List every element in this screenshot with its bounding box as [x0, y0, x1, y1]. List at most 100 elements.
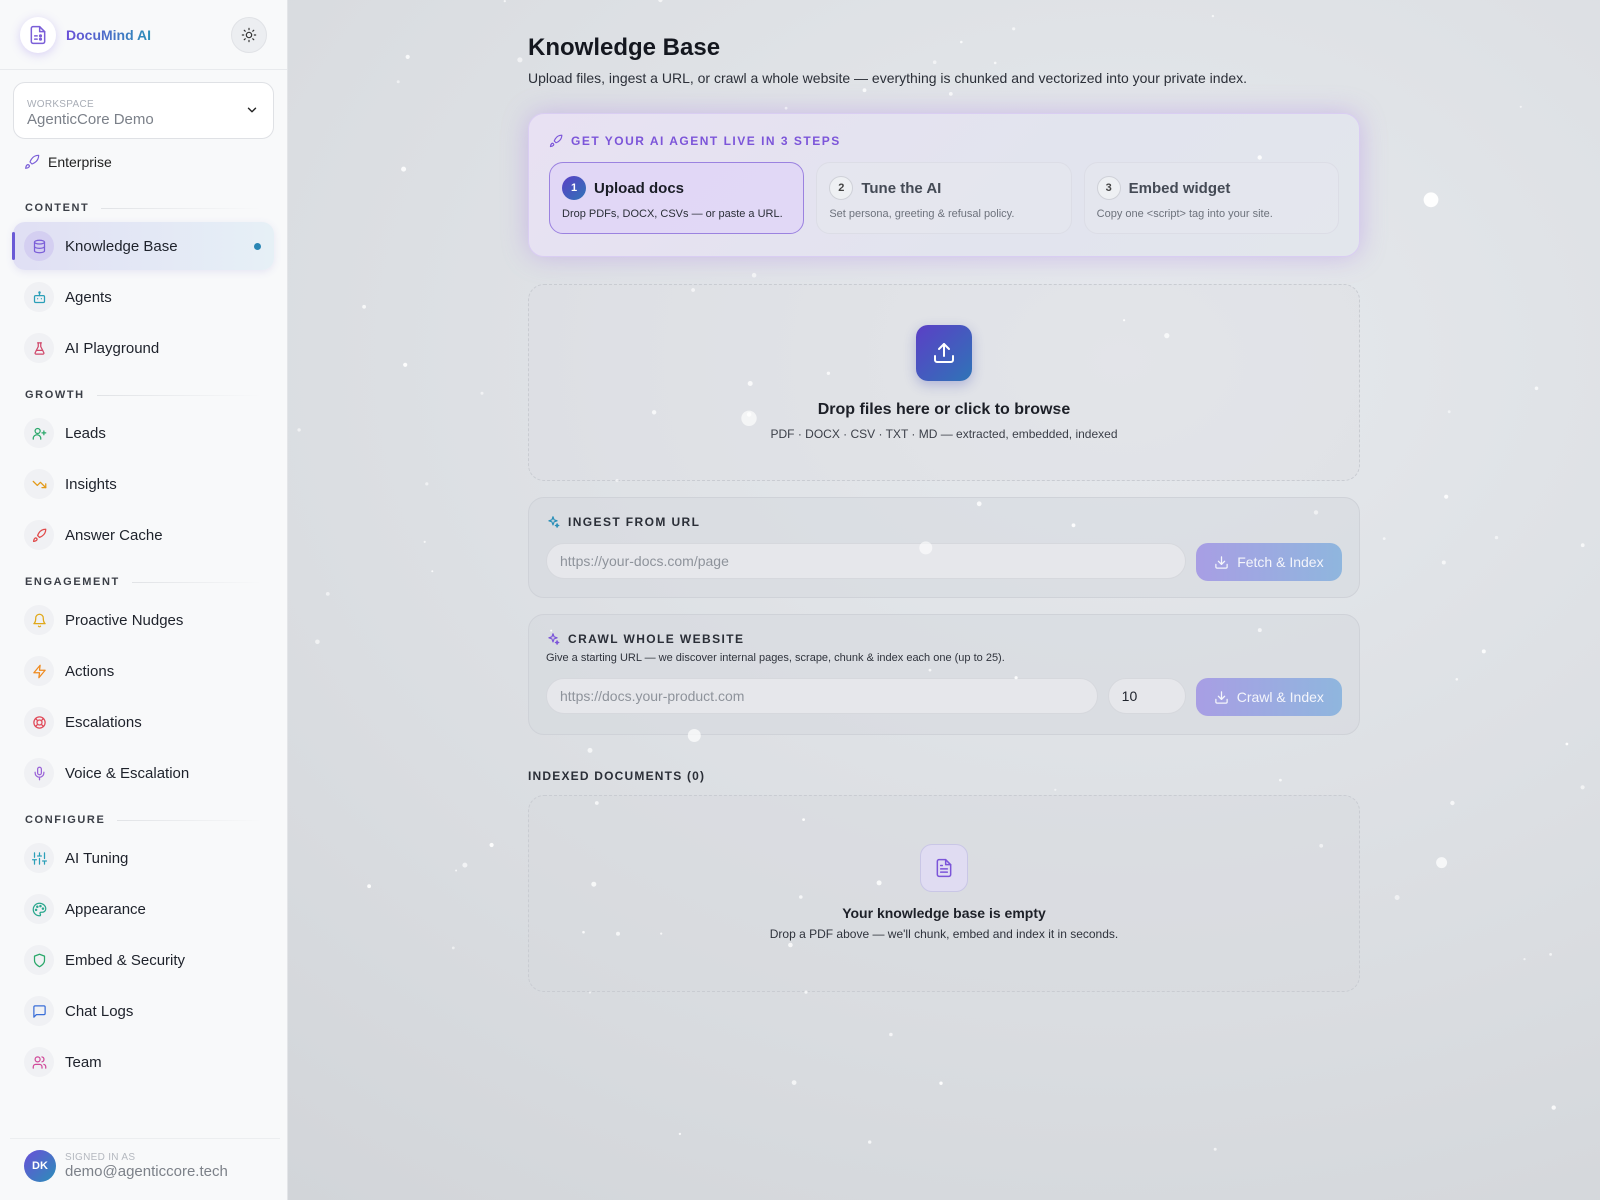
step-title: Embed widget [1128, 179, 1231, 197]
sparkles-icon [548, 516, 560, 528]
ingest-url-input[interactable] [546, 543, 1186, 579]
sidebar-item-escalations[interactable]: Escalations [13, 698, 274, 746]
sidebar-item-team[interactable]: Team [13, 1038, 274, 1086]
sidebar-item-voice-escalation[interactable]: Voice & Escalation [13, 749, 274, 797]
step-card-1[interactable]: 1 Upload docs Drop PDFs, DOCX, CSVs — or p… [549, 162, 805, 234]
brand-logo-icon[interactable] [20, 16, 56, 53]
snow-speck [1494, 535, 1499, 540]
zap-icon [24, 656, 54, 686]
ingest-url-heading: INGEST FROM URL [546, 515, 1342, 529]
snow-speck [1580, 785, 1585, 790]
step-title: Upload docs [594, 179, 685, 197]
section-divider [117, 819, 262, 821]
sidebar-item-label: AI Tuning [65, 849, 129, 867]
download-icon [1215, 555, 1228, 569]
rocket-icon [25, 154, 40, 169]
step-card-2[interactable]: 2 Tune the AI Set persona, greeting & refu… [816, 162, 1072, 234]
snow-speck [1580, 543, 1585, 548]
sidebar-item-ai-tuning[interactable]: AI Tuning [13, 834, 274, 882]
sidebar-item-label: Answer Cache [65, 526, 163, 544]
snow-speck [1519, 105, 1522, 108]
snow-speck [751, 272, 757, 278]
section-divider [131, 581, 262, 583]
sliders-icon [24, 843, 54, 873]
max-pages-input[interactable] [1107, 678, 1186, 714]
snow-speck [1279, 778, 1282, 782]
sidebar-item-actions[interactable]: Actions [13, 647, 274, 695]
snow-speck [451, 946, 455, 950]
snow-speck [889, 1032, 893, 1037]
section-divider [101, 207, 262, 209]
download-icon [1215, 690, 1228, 704]
snow-speck [425, 482, 429, 486]
workspace-select[interactable]: WORKSPACE AgenticCore Demo [13, 82, 274, 139]
sidebar-item-label: Embed & Security [65, 951, 186, 969]
file-drop-zone[interactable]: Drop files here or click to browse PDF ·… [528, 284, 1360, 481]
bot-icon [24, 282, 54, 312]
snow-speck [480, 391, 484, 395]
section-label-content: CONTENT [0, 197, 287, 219]
sidebar-item-label: AI Playground [65, 339, 160, 357]
palette-icon [24, 894, 54, 924]
sidebar-item-label: Agents [65, 288, 112, 306]
snow-speck [455, 869, 458, 872]
sidebar-item-insights[interactable]: Insights [13, 460, 274, 508]
chevron-down-icon [247, 107, 257, 113]
brand-name: DocuMind AI [66, 26, 152, 43]
workspace-label: WORKSPACE [27, 99, 94, 110]
snow-speck [678, 1132, 682, 1136]
flask-icon [24, 333, 54, 363]
user-plus-icon [24, 418, 54, 448]
snow-speck [1394, 895, 1400, 900]
step-card-3[interactable]: 3 Embed widget Copy one <script> tag into … [1083, 162, 1339, 234]
sidebar-item-label: Knowledge Base [65, 237, 178, 255]
section-divider [96, 394, 262, 396]
section-label-configure: CONFIGURE [0, 809, 287, 831]
section-label-growth: GROWTH [0, 384, 287, 406]
fetch-index-button[interactable]: Fetch & Index [1195, 543, 1342, 581]
drop-zone-title: Drop files here or click to browse [817, 401, 1071, 418]
plan-badge: Enterprise [0, 139, 287, 185]
snow-speck [403, 362, 408, 367]
sidebar-item-ai-playground[interactable]: AI Playground [13, 324, 274, 372]
mic-icon [24, 758, 54, 788]
step-description: Drop PDFs, DOCX, CSVs — or paste a URL. [562, 208, 783, 220]
crawl-index-button[interactable]: Crawl & Index [1195, 678, 1342, 716]
snow-speck [658, 0, 663, 3]
sidebar-item-knowledge-base[interactable]: Knowledge Base [12, 222, 274, 270]
sidebar-item-label: Chat Logs [65, 1002, 134, 1020]
brand-row: DocuMind AI [0, 0, 287, 70]
user-profile[interactable]: DK SIGNED IN AS demo@agenticcore.tech [10, 1138, 280, 1192]
step-description: Copy one <script> tag into your site. [1096, 208, 1273, 220]
theme-toggle-button[interactable] [231, 16, 267, 53]
bell-icon [24, 605, 54, 635]
sidebar-item-embed-security[interactable]: Embed & Security [13, 936, 274, 984]
snow-speck [423, 540, 426, 544]
step-title: Tune the AI [861, 179, 942, 197]
snow-speck [396, 80, 400, 84]
sidebar-item-leads[interactable]: Leads [13, 409, 274, 457]
sun-icon [241, 27, 257, 42]
sidebar-item-label: Voice & Escalation [65, 764, 190, 782]
sparkles-icon [548, 633, 560, 645]
snow-speck [401, 166, 407, 172]
snow-speck [1549, 953, 1552, 956]
snow-speck [1523, 958, 1526, 961]
snow-speck [1455, 678, 1459, 681]
sidebar-item-label: Appearance [65, 900, 146, 918]
crawl-url-input[interactable] [546, 678, 1098, 714]
sidebar-item-chat-logs[interactable]: Chat Logs [13, 987, 274, 1035]
sidebar-item-proactive-nudges[interactable]: Proactive Nudges [13, 596, 274, 644]
sidebar-item-answer-cache[interactable]: Answer Cache [13, 511, 274, 559]
section-label-engagement: ENGAGEMENT [0, 571, 287, 593]
sidebar-item-agents[interactable]: Agents [13, 273, 274, 321]
message-square-icon [24, 996, 54, 1026]
sidebar-item-label: Actions [65, 662, 115, 680]
snow-speck [1054, 788, 1057, 791]
snow-speck [939, 1081, 943, 1085]
section-label-text: ENGAGEMENT [25, 576, 120, 588]
snow-speck [868, 1140, 872, 1144]
snow-speck [325, 592, 330, 596]
sidebar-item-appearance[interactable]: Appearance [13, 885, 274, 933]
ingest-url-heading-text: INGEST FROM URL [568, 515, 701, 529]
